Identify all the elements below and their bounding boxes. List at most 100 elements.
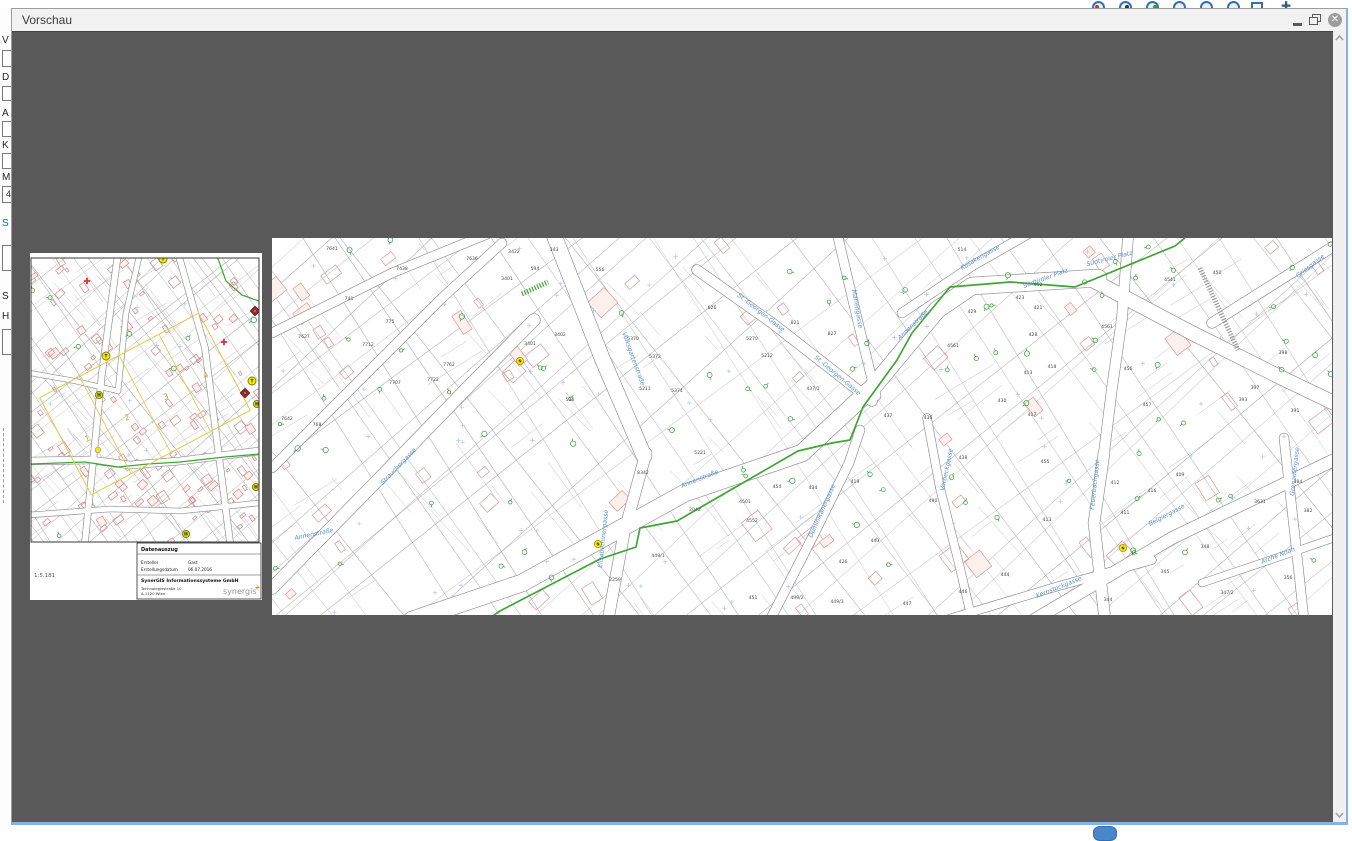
form-input-fragment[interactable] bbox=[2, 245, 11, 271]
form-input-fragment[interactable] bbox=[2, 121, 11, 137]
chevron-up-icon bbox=[1335, 35, 1344, 41]
company-address-2: A-1120 Wien bbox=[141, 591, 166, 596]
parcel-number: 411 bbox=[1121, 510, 1130, 516]
parcel-number: 768 bbox=[313, 422, 322, 428]
chevron-down-icon bbox=[1335, 812, 1344, 818]
form-label-fragment: A bbox=[2, 108, 9, 119]
parcel-number: 444 bbox=[1001, 572, 1010, 578]
toolbar-add-icon[interactable]: ✚ bbox=[1281, 0, 1295, 8]
parcel-number: 423 bbox=[1016, 295, 1025, 301]
toolbar-icon-6[interactable] bbox=[1227, 1, 1240, 8]
window-title: Vorschau bbox=[22, 13, 72, 27]
info-row-value: Gast bbox=[188, 560, 198, 565]
parcel-number: 4501 bbox=[739, 499, 751, 505]
minimize-button[interactable] bbox=[1293, 23, 1302, 26]
form-input-fragment[interactable] bbox=[2, 153, 11, 169]
svg-text:H: H bbox=[254, 485, 258, 491]
parcel-number: 5212 bbox=[761, 353, 773, 359]
parcel-number: 8342 bbox=[637, 470, 649, 476]
form-input-fragment[interactable] bbox=[2, 86, 11, 101]
background-taskbar-icon[interactable] bbox=[1093, 826, 1117, 841]
parcel-number: 393 bbox=[1239, 397, 1248, 403]
form-input-fragment[interactable] bbox=[2, 329, 11, 355]
parcel-number: 451 bbox=[749, 595, 758, 601]
info-row-label: Ersteller bbox=[141, 560, 159, 565]
form-label-fragment: S bbox=[2, 218, 9, 229]
parcel-number: 413 bbox=[1043, 517, 1052, 523]
parcel-number: 409 bbox=[1176, 472, 1185, 478]
info-box-title: Datenauszug bbox=[141, 547, 178, 553]
parcel-number: 450 bbox=[1213, 270, 1222, 276]
parcel-number: 821 bbox=[791, 320, 800, 326]
parcel-number: 343 bbox=[550, 247, 559, 253]
svg-text:T: T bbox=[251, 379, 254, 385]
overview-map-page: 1234TTTHHHH 1:5.181 Datenauszug Erstelle… bbox=[30, 253, 262, 600]
parcel-number: 447 bbox=[903, 601, 912, 607]
titlebar[interactable]: Vorschau ✕ bbox=[12, 9, 1346, 31]
parcel-number: 4541 bbox=[1164, 277, 1176, 283]
parcel-number: 741 bbox=[345, 296, 354, 302]
parcel-number: 428 bbox=[1029, 332, 1038, 338]
company-name: SynerGIS Informationssysteme GmbH bbox=[141, 578, 239, 584]
parcel-number: 3631 bbox=[1254, 499, 1266, 505]
parcel-number: 7627 bbox=[298, 334, 310, 340]
parcel-number: 437 bbox=[884, 413, 893, 419]
toolbar-icon-2[interactable] bbox=[1119, 1, 1132, 8]
parcel-number: 5211 bbox=[639, 386, 651, 392]
parcel-number: 594 bbox=[531, 266, 540, 272]
form-input-fragment[interactable] bbox=[2, 50, 11, 67]
scroll-up-button[interactable] bbox=[1333, 31, 1346, 45]
form-label-fragment: S bbox=[2, 291, 9, 302]
parcel-number: 7438 bbox=[396, 266, 408, 272]
detail-map: 7438741775771277077762772276277687642764… bbox=[272, 238, 1332, 615]
parcel-number: 449/3 bbox=[830, 599, 843, 605]
parcel-number: 430 bbox=[998, 398, 1007, 404]
parcel-number: 4561 bbox=[947, 343, 959, 349]
parcel-number: 3422 bbox=[508, 249, 520, 255]
parcel-number: 7636 bbox=[466, 256, 478, 262]
parcel-number: 775 bbox=[386, 319, 395, 325]
form-label-fragment: K bbox=[2, 140, 9, 151]
parcel-number: 397 bbox=[1251, 385, 1260, 391]
parcel-number: 455 bbox=[1041, 459, 1050, 465]
parcel-number: 391 bbox=[1291, 408, 1300, 414]
parcel-number: 626 bbox=[708, 305, 717, 311]
scale-label: 1:5.181 bbox=[34, 573, 55, 579]
form-label-fragment: H bbox=[2, 311, 9, 322]
restore-icon bbox=[1309, 14, 1321, 26]
toolbar-icon-5[interactable] bbox=[1200, 1, 1213, 8]
parcel-number: 2259 bbox=[609, 577, 621, 583]
parcel-number: 347/2 bbox=[1220, 590, 1233, 596]
toolbar-icon-1[interactable] bbox=[1092, 1, 1105, 8]
parcel-number: 398 bbox=[1279, 350, 1288, 356]
parcel-number: 443 bbox=[871, 538, 880, 544]
parcel-number: 3401 bbox=[501, 276, 513, 282]
parcel-number: 436 bbox=[924, 415, 933, 421]
parcel-number: 446 bbox=[959, 589, 968, 595]
vertical-scrollbar[interactable] bbox=[1333, 31, 1346, 822]
form-dashed-fragment bbox=[3, 428, 11, 503]
parcel-number: 7642 bbox=[281, 416, 293, 422]
toolbar-icon-3[interactable] bbox=[1146, 1, 1159, 8]
parcel-number: 356 bbox=[1284, 575, 1293, 581]
scroll-down-button[interactable] bbox=[1333, 808, 1346, 822]
toolbar-icon-4[interactable] bbox=[1173, 1, 1186, 8]
parcel-number: 514 bbox=[958, 247, 967, 253]
parcel-number: 5374 bbox=[671, 388, 683, 394]
parcel-number: 434 bbox=[809, 485, 818, 491]
parcel-number: 7712 bbox=[362, 342, 374, 348]
parcel-number: 456 bbox=[1124, 366, 1133, 372]
restore-button[interactable] bbox=[1309, 14, 1321, 26]
info-box: Datenauszug Ersteller Gast Erstellungsda… bbox=[137, 543, 261, 599]
parcel-number: 417 bbox=[1028, 412, 1037, 418]
close-button[interactable]: ✕ bbox=[1328, 13, 1342, 27]
parcel-number: 419 bbox=[851, 479, 860, 485]
overview-map: 1234TTTHHHH 1:5.181 Datenauszug Erstelle… bbox=[30, 253, 262, 600]
svg-text:H: H bbox=[184, 532, 188, 538]
background-toolbar-strip: ✚ bbox=[1080, 0, 1320, 8]
parcel-number: 3401 bbox=[524, 341, 536, 347]
parcel-number: 5373 bbox=[649, 354, 661, 360]
parcel-number: 556 bbox=[596, 267, 605, 273]
parcel-number: 7641 bbox=[326, 246, 338, 252]
parcel-number: 457 bbox=[1143, 402, 1152, 408]
